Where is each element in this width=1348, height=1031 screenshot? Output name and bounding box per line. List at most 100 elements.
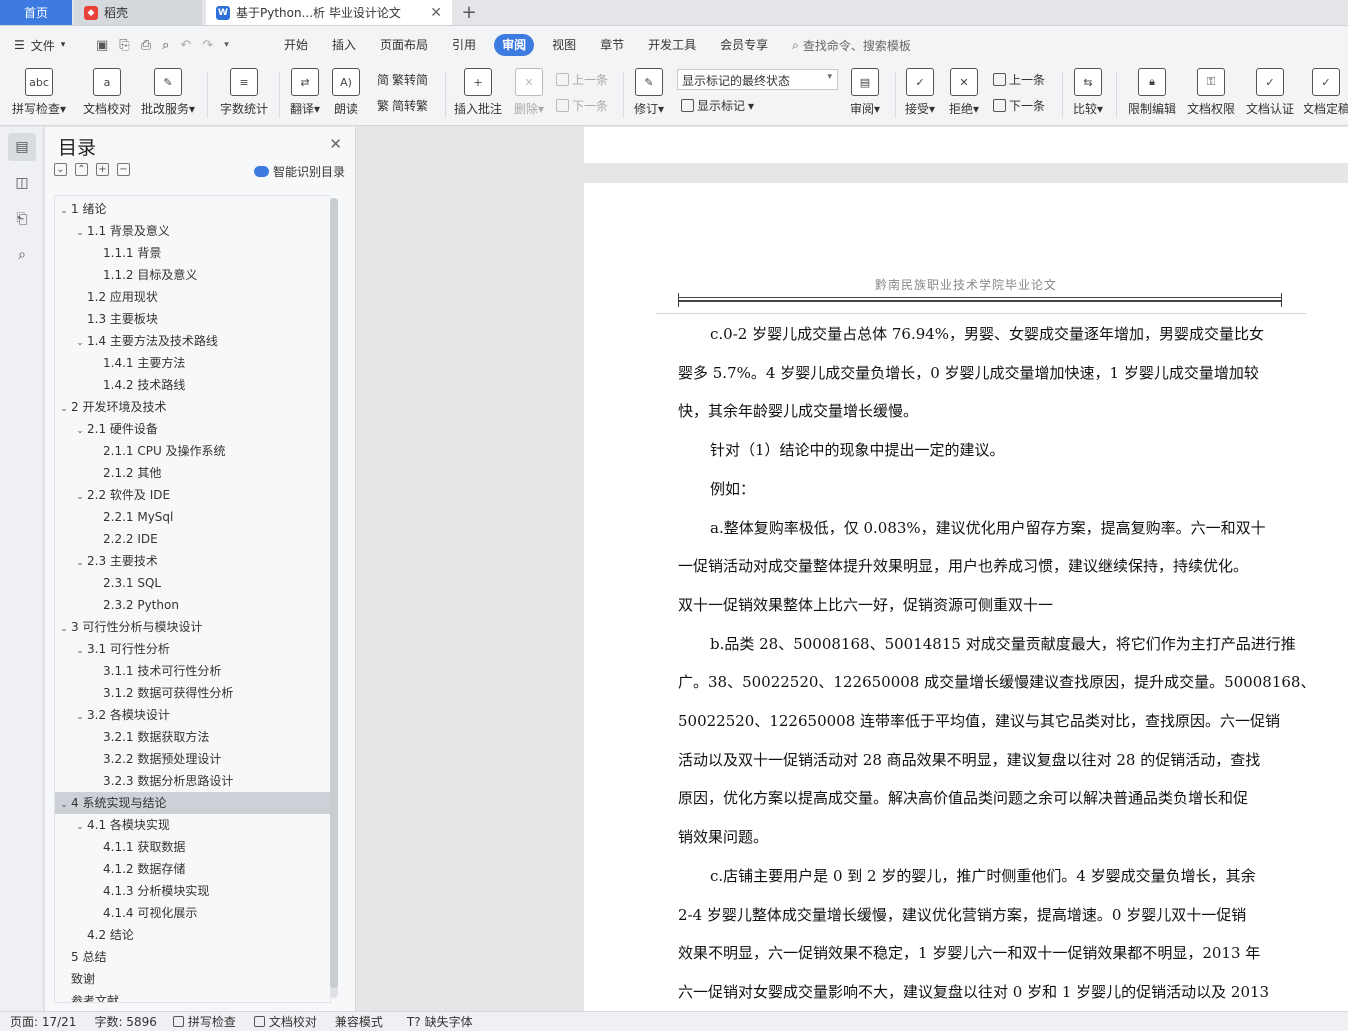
tab-0[interactable]: 开始	[272, 34, 320, 56]
print-icon[interactable]: ⎙	[141, 38, 151, 53]
toc-item[interactable]: ⌄ 3 可行性分析与模块设计	[55, 616, 330, 640]
redo-icon[interactable]: ↷	[202, 38, 213, 53]
toc-item[interactable]: ⌄ 3.1 可行性分析	[55, 638, 330, 662]
toc-item[interactable]: 4.1.4 可视化展示	[55, 902, 330, 924]
remove-heading-icon[interactable]: −	[117, 163, 130, 176]
chevron-down-icon[interactable]: ⌄	[73, 420, 87, 442]
expand-all-icon[interactable]: ⌃	[75, 163, 88, 176]
word-count[interactable]: 字数: 5896	[94, 1013, 156, 1030]
restrict-edit-button[interactable]: 🔒︎ 限制编辑	[1124, 64, 1180, 117]
tab-6[interactable]: 章节	[588, 34, 636, 56]
markup-state-select[interactable]: 显示标记的最终状态 ▾	[677, 69, 838, 90]
proof-status[interactable]: 文档校对	[253, 1013, 317, 1030]
command-search[interactable]: ⌕ 查找命令、搜索模板	[792, 37, 911, 54]
more-icon[interactable]: ▾	[224, 40, 229, 50]
toc-item[interactable]: 4.1.1 获取数据	[55, 836, 330, 858]
prev-change-button[interactable]: 上一条	[993, 71, 1045, 88]
tab-7[interactable]: 开发工具	[636, 34, 708, 56]
undo-icon[interactable]: ↶	[180, 38, 191, 53]
toc-item[interactable]: 2.3.2 Python	[55, 594, 330, 616]
document-body[interactable]: c.0-2 岁婴儿成交量占总体 76.94%，男婴、女婴成交量逐年增加，男婴成交…	[678, 315, 1315, 1011]
toc-item[interactable]: ⌄ 2.3 主要技术	[55, 550, 330, 574]
toc-item[interactable]: 1.1.1 背景	[55, 242, 330, 264]
scrollbar-thumb[interactable]	[330, 198, 338, 988]
prev-comment-button[interactable]: 上一条	[556, 71, 608, 88]
chevron-down-icon[interactable]: ⌄	[57, 794, 71, 816]
next-change-button[interactable]: 下一条	[993, 97, 1045, 114]
doc-permission-button[interactable]: ⚿ 文档权限	[1183, 64, 1239, 117]
tab-document[interactable]: W 基于Python...析 毕业设计论文 ✕	[206, 0, 452, 25]
print-preview-icon[interactable]: ⌕	[162, 38, 169, 53]
search-icon[interactable]: ⌕	[8, 241, 36, 269]
insert-comment-button[interactable]: + 插入批注	[452, 64, 504, 117]
missing-font-status[interactable]: T? 缺失字体	[407, 1013, 473, 1030]
chapter-nav-icon[interactable]: ◫	[8, 169, 36, 197]
toc-item[interactable]: ⌄ 4.1 各模块实现	[55, 814, 330, 838]
chevron-down-icon[interactable]: ⌄	[57, 398, 71, 420]
toc-item[interactable]: 3.1.2 数据可获得性分析	[55, 682, 330, 704]
chevron-down-icon[interactable]: ⌄	[73, 486, 87, 508]
doc-cert-button[interactable]: ✓ 文档认证	[1242, 64, 1298, 117]
chevron-down-icon[interactable]: ⌄	[73, 552, 87, 574]
doc-final-button[interactable]: ✓ 文档定稿	[1304, 64, 1348, 117]
chevron-down-icon[interactable]: ⌄	[73, 640, 87, 662]
document-page[interactable]: 黔南民族职业技术学院毕业论文 c.0-2 岁婴儿成交量占总体 76.94%，男婴…	[584, 183, 1348, 1011]
toc-item[interactable]: 3.2.2 数据预处理设计	[55, 748, 330, 770]
toc-item[interactable]: 2.1.1 CPU 及操作系统	[55, 440, 330, 462]
page-indicator[interactable]: 页面: 17/21	[10, 1013, 76, 1030]
track-changes-button[interactable]: ✎ 修订▾	[630, 64, 668, 117]
translate-button[interactable]: ⇄ 翻译▾	[286, 64, 324, 117]
doc-check-button[interactable]: a 文档校对	[79, 64, 135, 117]
compat-mode[interactable]: 兼容模式	[335, 1013, 383, 1030]
bookmark-icon[interactable]: ⎗	[8, 205, 36, 233]
toc-item[interactable]: 5 总结	[55, 946, 330, 968]
toc-scrollbar[interactable]	[330, 198, 338, 998]
batch-service-button[interactable]: ✎ 批改服务▾	[139, 64, 197, 117]
toc-item[interactable]: ⌄ 2 开发环境及技术	[55, 396, 330, 420]
chevron-down-icon[interactable]: ⌄	[57, 200, 71, 222]
tab-2[interactable]: 页面布局	[368, 34, 440, 56]
close-icon[interactable]: ✕	[329, 135, 342, 153]
toc-item[interactable]: ⌄ 1.4 主要方法及技术路线	[55, 330, 330, 354]
word-count-button[interactable]: ≡ 字数统计	[216, 64, 272, 117]
file-menu[interactable]: ☰ 文件 ▾	[0, 37, 86, 54]
add-heading-icon[interactable]: +	[96, 163, 109, 176]
toc-item[interactable]: ⌄ 4 系统实现与结论	[55, 792, 330, 816]
toc-item[interactable]: 1.4.1 主要方法	[55, 352, 330, 374]
toc-item[interactable]: 1.4.2 技术路线	[55, 374, 330, 396]
toc-item[interactable]: 致谢	[55, 968, 330, 990]
tab-8[interactable]: 会员专享	[708, 34, 780, 56]
toc-item[interactable]: 3.1.1 技术可行性分析	[55, 660, 330, 682]
toc-item[interactable]: 2.2.1 MySql	[55, 506, 330, 528]
toc-item[interactable]: ⌄ 3.2 各模块设计	[55, 704, 330, 726]
trad-to-simp-button[interactable]: 简繁转简	[377, 71, 428, 88]
toc-item[interactable]: 1.2 应用现状	[55, 286, 330, 308]
toc-item[interactable]: 3.2.1 数据获取方法	[55, 726, 330, 748]
chevron-down-icon[interactable]: ⌄	[73, 816, 87, 838]
tab-home[interactable]: 首页	[0, 0, 72, 25]
spellcheck-button[interactable]: abc 拼写检查▾	[10, 64, 68, 117]
show-markup-button[interactable]: 显示标记 ▾	[681, 97, 754, 114]
accept-button[interactable]: ✓ 接受▾	[902, 64, 938, 117]
chevron-down-icon[interactable]: ⌄	[73, 222, 87, 244]
collapse-all-icon[interactable]: ⌄	[54, 163, 67, 176]
toc-item[interactable]: 1.3 主要板块	[55, 308, 330, 330]
tab-5[interactable]: 视图	[540, 34, 588, 56]
toc-item[interactable]: ⌄ 1 绪论	[55, 198, 330, 222]
toc-item[interactable]: 4.1.3 分析模块实现	[55, 880, 330, 902]
toc-item[interactable]: ⌄ 2.2 软件及 IDE	[55, 484, 330, 508]
tab-4[interactable]: 审阅	[494, 34, 535, 56]
toc-item[interactable]: ⌄ 2.1 硬件设备	[55, 418, 330, 442]
toc-item[interactable]: ⌄ 1.1 背景及意义	[55, 220, 330, 244]
reject-button[interactable]: ✕ 拒绝▾	[946, 64, 982, 117]
toc-item[interactable]: 3.2.3 数据分析思路设计	[55, 770, 330, 792]
toc-item[interactable]: 4.2 结论	[55, 924, 330, 946]
chevron-down-icon[interactable]: ⌄	[73, 332, 87, 354]
read-aloud-button[interactable]: A) 朗读	[330, 64, 362, 117]
simp-to-trad-button[interactable]: 繁简转繁	[377, 97, 428, 114]
export-icon[interactable]: ⎘	[119, 38, 129, 53]
smart-toc-button[interactable]: 智能识别目录	[253, 163, 345, 180]
toc-item[interactable]: 2.2.2 IDE	[55, 528, 330, 550]
chevron-down-icon[interactable]: ⌄	[57, 618, 71, 640]
new-tab-button[interactable]: +	[452, 0, 486, 25]
